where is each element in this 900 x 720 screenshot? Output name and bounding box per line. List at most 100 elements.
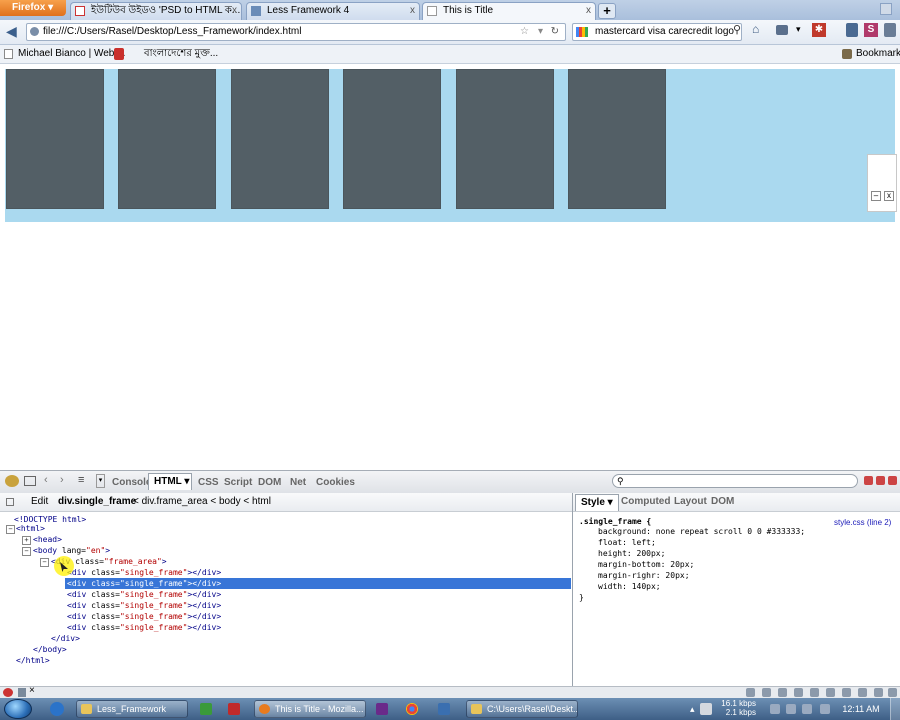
tree-line[interactable]: </body> [33,644,67,655]
addon-icon[interactable] [846,23,858,37]
tree-line-selected[interactable]: <div class="single_frame"></div> [65,578,571,589]
bookmark-star-icon[interactable]: ☆ [520,24,529,40]
taskbar-item-explorer[interactable]: C:\Users\Rasel\Deskt... [466,700,578,718]
css-rule[interactable]: float: left; [598,537,656,548]
addon-icon[interactable] [884,23,896,37]
tab-dom-side[interactable]: DOM [711,493,734,511]
tree-line[interactable]: </html> [16,655,50,666]
filezilla-icon[interactable] [228,703,240,715]
tray-icon[interactable] [770,704,780,714]
bookmark-item[interactable]: বাংলাদেশের মুক্ত... [144,45,218,63]
tree-line[interactable]: <div class="single_frame"></div> [67,567,221,578]
inspect-icon[interactable] [24,476,36,486]
bookmarks-menu[interactable]: Bookmarks [856,45,900,63]
taskbar-item-firefox[interactable]: This is Title - Mozilla... [254,700,366,718]
ie-icon[interactable] [50,702,64,716]
addon-icon[interactable] [776,25,788,35]
tree-line[interactable]: <body lang="en"> [33,545,110,556]
tab-list-icon[interactable] [880,3,892,15]
close-icon[interactable] [888,476,897,485]
adblock-icon[interactable] [3,688,13,697]
history-dropdown-icon[interactable]: ▾ [538,24,543,40]
app-icon[interactable] [376,703,388,715]
tree-line[interactable]: <div class="single_frame"></div> [67,611,221,622]
firebug-icon[interactable] [5,475,19,487]
panel-toggle-icon[interactable] [6,498,14,506]
css-rule[interactable]: margin-bottom: 20px; [598,559,694,570]
status-icon[interactable] [810,688,819,697]
back-arrow-icon[interactable]: ◀ [6,24,17,38]
tree-line[interactable]: <div class="single_frame"></div> [67,622,221,633]
stumbleupon-icon[interactable]: S [864,23,878,37]
tab-cookies[interactable]: Cookies [316,475,355,490]
status-icon[interactable] [778,688,787,697]
flag-icon[interactable] [786,704,796,714]
status-icon[interactable] [794,688,803,697]
collapse-icon[interactable]: − [6,525,15,534]
close-icon[interactable]: × [29,685,35,696]
status-icon[interactable] [842,688,851,697]
breadcrumb-path[interactable]: < div.frame_area < body < html [133,493,271,511]
url-input[interactable]: file:///C:/Users/Rasel/Desktop/Less_Fram… [26,23,566,41]
google-icon[interactable] [576,27,588,37]
site-identity-icon[interactable] [30,27,39,36]
status-icon[interactable] [858,688,867,697]
dropdown-icon[interactable]: ▾ [796,24,801,35]
tab-close-icon[interactable]: x [410,3,415,19]
css-rule[interactable]: width: 140px; [598,581,661,592]
status-icon[interactable] [826,688,835,697]
home-icon[interactable]: ⌂ [752,23,764,35]
tab-css[interactable]: CSS [198,475,219,490]
app-icon[interactable] [438,703,450,715]
minimize-button[interactable]: – [871,191,881,201]
tab-script[interactable]: Script [224,475,252,490]
tab-dom[interactable]: DOM [258,475,281,490]
back-arrow-icon[interactable]: ‹ [44,474,48,486]
chrome-icon[interactable] [406,703,418,715]
tree-line[interactable]: <div class="single_frame"></div> [67,589,221,600]
tab-less-framework[interactable]: Less Framework 4 x [246,2,420,20]
reload-icon[interactable]: ↻ [551,24,559,40]
bookmark-item[interactable]: Michael Bianco | Web ... [18,45,125,63]
tab-close-icon[interactable]: x [232,3,237,19]
status-icon[interactable] [746,688,755,697]
dropdown-icon[interactable]: ▾ [96,474,105,488]
forward-arrow-icon[interactable]: › [60,474,64,486]
tab-net[interactable]: Net [290,475,306,490]
tree-line[interactable]: </div> [51,633,80,644]
addon-star-icon[interactable]: ✱ [812,23,826,37]
start-button[interactable] [4,699,32,719]
css-rule[interactable]: background: none repeat scroll 0 0 #3333… [598,526,805,537]
close-button[interactable]: x [884,191,894,201]
tray-app-icon[interactable] [700,703,712,715]
edit-button[interactable]: Edit [31,493,48,511]
tab-this-is-title[interactable]: This is Title x [422,2,596,20]
network-icon[interactable] [802,704,812,714]
tab-computed[interactable]: Computed [621,493,670,511]
tab-psd-to-html[interactable]: ইউটিউব উইডও 'PSD to HTML ক... x [70,2,242,20]
tab-console[interactable]: Console [112,475,151,490]
tab-close-icon[interactable]: x [586,3,591,19]
taskbar-item-less-framework[interactable]: Less_Framework [76,700,188,718]
tree-line[interactable]: <html> [16,523,45,534]
app-icon[interactable] [200,703,212,715]
tray-expand-icon[interactable]: ▴ [690,704,695,715]
css-rule[interactable]: height: 200px; [598,548,665,559]
show-desktop-button[interactable] [890,698,900,720]
tab-html[interactable]: HTML ▾ [148,473,192,490]
tab-layout[interactable]: Layout [674,493,707,511]
tree-line[interactable]: <div class="single_frame"></div> [67,600,221,611]
css-rule[interactable]: margin-righr: 20px; [598,570,690,581]
status-icon[interactable] [762,688,771,697]
status-icon[interactable] [874,688,883,697]
status-icon[interactable] [888,688,897,697]
minimize-icon[interactable] [864,476,873,485]
collapse-icon[interactable]: − [40,558,49,567]
new-tab-button[interactable]: + [598,3,616,19]
firebug-search-input[interactable]: ⚲ [612,474,858,488]
clock[interactable]: 12:11 AM [836,704,886,714]
css-source-link[interactable]: style.css (line 2) [834,517,891,528]
addon-icon[interactable] [18,688,26,697]
search-icon[interactable]: ⚲ [733,23,741,36]
detach-icon[interactable] [876,476,885,485]
